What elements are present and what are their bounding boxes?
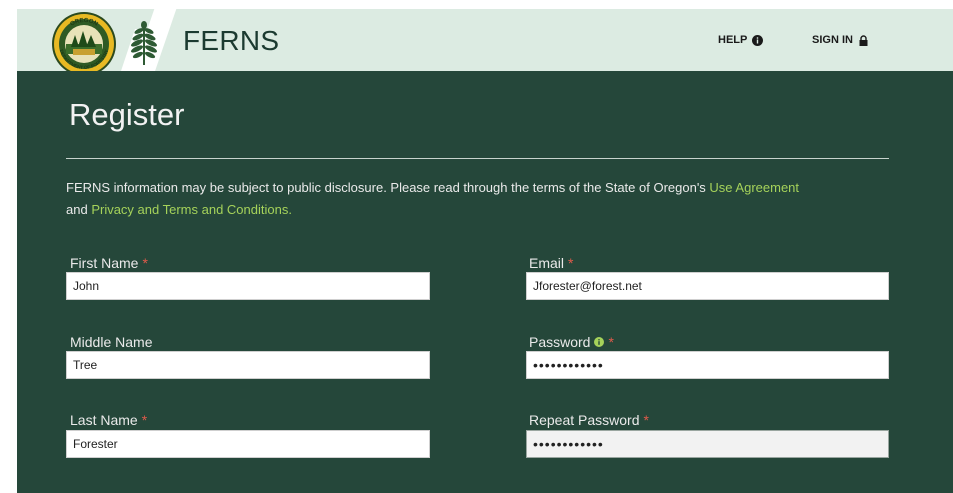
notice-text-2: and <box>66 202 92 217</box>
first-name-label: First Name * <box>70 255 148 271</box>
page-title: Register <box>69 97 185 132</box>
last-name-label: Last Name * <box>70 412 147 428</box>
notice-text-1: FERNS information may be subject to publ… <box>66 180 710 195</box>
disclosure-notice: FERNS information may be subject to publ… <box>66 177 896 221</box>
first-name-input[interactable] <box>66 272 430 300</box>
middle-name-input[interactable] <box>66 351 430 379</box>
use-agreement-link[interactable]: Use Agreement <box>709 180 799 195</box>
last-name-label-text: Last Name <box>70 412 138 428</box>
header-bar: OREGON DEPARTMENT OF FORESTRY FERNS HELP… <box>17 7 953 77</box>
fern-leaf-icon <box>119 7 177 77</box>
brand-title[interactable]: FERNS <box>183 25 279 57</box>
password-label: Password * <box>529 334 614 350</box>
required-mark: * <box>141 412 148 428</box>
required-mark: * <box>568 255 574 271</box>
last-name-input[interactable] <box>66 430 430 458</box>
required-mark: * <box>608 334 614 350</box>
sign-in-link[interactable]: SIGN IN <box>812 34 869 46</box>
password-input[interactable] <box>526 351 889 379</box>
middle-name-label-text: Middle Name <box>70 334 153 350</box>
password-label-text: Password <box>529 334 591 350</box>
repeat-password-input[interactable] <box>526 430 889 458</box>
lock-icon <box>859 34 868 46</box>
required-mark: * <box>142 255 148 271</box>
repeat-password-label: Repeat Password * <box>529 412 649 428</box>
help-link[interactable]: HELP <box>718 34 764 46</box>
info-circle-icon <box>752 34 764 46</box>
register-panel: Register FERNS information may be subjec… <box>17 71 953 493</box>
divider <box>66 158 889 159</box>
sign-in-label: SIGN IN <box>812 34 853 46</box>
ferns-app: OREGON DEPARTMENT OF FORESTRY FERNS HELP… <box>17 7 953 493</box>
privacy-terms-link[interactable]: Privacy and Terms and Conditions. <box>91 202 292 217</box>
email-input[interactable] <box>526 272 889 300</box>
odf-seal-logo[interactable]: OREGON DEPARTMENT OF FORESTRY <box>51 11 117 77</box>
help-label: HELP <box>718 34 748 46</box>
info-circle-icon[interactable] <box>594 337 605 347</box>
email-label: Email * <box>529 255 573 271</box>
middle-name-label: Middle Name <box>70 334 152 350</box>
repeat-password-label-text: Repeat Password <box>529 412 640 428</box>
email-label-text: Email <box>529 255 565 271</box>
required-mark: * <box>643 412 649 428</box>
first-name-label-text: First Name <box>70 255 139 271</box>
